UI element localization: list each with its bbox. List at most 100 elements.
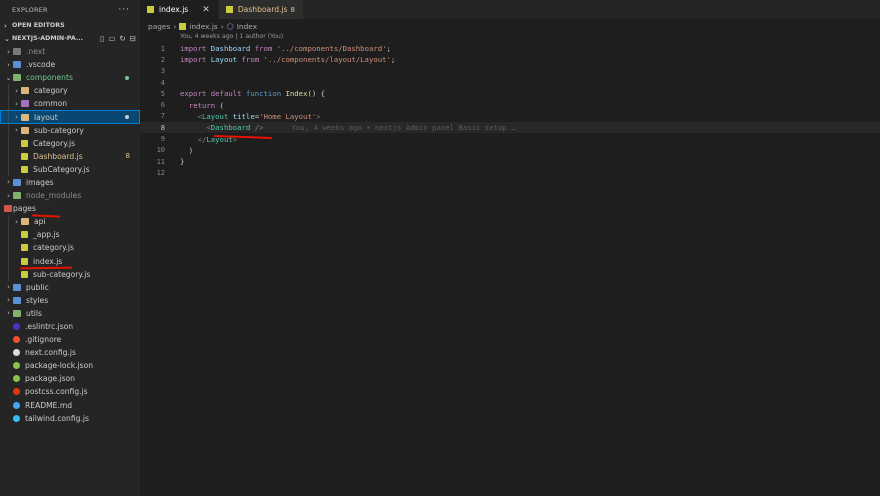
tree-item[interactable]: › images <box>0 176 140 189</box>
chevron-right-icon: › <box>7 47 10 56</box>
code-line[interactable]: 3 <box>140 66 880 77</box>
code-line[interactable]: 10 ) <box>140 145 880 156</box>
tab-dashboard-js[interactable]: Dashboard.js 8 <box>218 0 304 19</box>
code-line[interactable]: 7 <Layout title='Home Layout'> <box>140 111 880 122</box>
js-file-icon <box>21 270 28 278</box>
line-number: 2 <box>160 55 165 64</box>
tree-item[interactable]: › .vscode <box>0 58 140 71</box>
tree-item[interactable]: › node_modules <box>0 189 140 202</box>
tree-item[interactable]: › utils <box>0 307 140 320</box>
chevron-right-icon: › <box>15 217 18 226</box>
tree-item-label: category <box>34 86 68 96</box>
open-editors-section[interactable]: › OPEN EDITORS <box>0 19 140 32</box>
code-line[interactable]: 9 </Layout> <box>140 133 880 144</box>
code-line[interactable]: 12 <box>140 167 880 178</box>
folder-icon <box>21 113 29 121</box>
tree-item[interactable]: SubCategory.js <box>0 162 140 176</box>
breadcrumb-symbol[interactable]: Index <box>237 22 257 31</box>
tree-item[interactable]: category.js <box>0 241 140 255</box>
tree-item[interactable]: _app.js <box>0 228 140 242</box>
tree-item[interactable]: ⌄pages <box>0 202 140 215</box>
code-line[interactable]: 11} <box>140 156 880 167</box>
tree-item[interactable]: › styles <box>0 294 140 307</box>
code-token: function <box>245 89 282 99</box>
tree-item[interactable]: next.config.js <box>0 346 140 359</box>
tree-item[interactable]: .gitignore <box>0 333 140 346</box>
tab-index-js[interactable]: index.js ✕ <box>140 0 219 19</box>
tree-item[interactable]: postcss.config.js <box>0 385 140 398</box>
collapse-all-icon[interactable]: ⊟ <box>130 34 136 43</box>
chevron-right-icon: › <box>15 99 18 108</box>
new-folder-icon[interactable]: ▭ <box>108 34 115 43</box>
tree-item[interactable]: › category <box>0 84 140 98</box>
code-editor[interactable]: 1 import Dashboard from '../components/Da… <box>140 43 880 179</box>
close-icon[interactable]: ✕ <box>202 5 210 15</box>
js-file-icon <box>179 22 187 30</box>
tree-item[interactable]: Dashboard.js 8 <box>0 149 140 163</box>
breadcrumb-folder[interactable]: pages <box>148 22 170 31</box>
tree-item[interactable]: Category.js <box>0 136 140 150</box>
tree-item[interactable]: package.json <box>0 372 140 385</box>
chevron-right-icon: › <box>7 283 10 292</box>
tree-item[interactable]: › public <box>0 281 140 294</box>
indent-guide <box>8 84 9 98</box>
code-line[interactable]: 5 export default function Index() { <box>140 88 880 99</box>
tree-item-label: public <box>26 282 49 292</box>
tree-item-label: README.md <box>25 400 73 410</box>
more-actions-icon[interactable]: ··· <box>118 5 130 15</box>
codelens-blame[interactable]: You, 4 weeks ago | 1 author (You) <box>180 33 283 40</box>
editor-tabs: index.js ✕ Dashboard.js 8 <box>140 0 880 19</box>
new-file-icon[interactable]: ▯ <box>100 34 104 43</box>
indent-guide <box>8 149 9 163</box>
tree-item[interactable]: .eslintrc.json <box>0 320 140 333</box>
indent-guide <box>8 241 9 255</box>
folder-icon <box>21 126 29 134</box>
breadcrumb: pages › index.js › ⬡ Index <box>148 19 257 33</box>
function-symbol-icon: ⬡ <box>226 21 234 31</box>
tree-item[interactable]: › common <box>0 97 140 111</box>
tree-item[interactable]: README.md <box>0 399 140 412</box>
folder-icon <box>4 205 12 213</box>
chevron-right-icon: › <box>15 86 18 95</box>
refresh-icon[interactable]: ↻ <box>119 34 125 43</box>
tree-item-label: sub-category.js <box>33 269 91 279</box>
chevron-right-icon: › <box>15 126 18 135</box>
tree-item-label: Dashboard.js <box>33 151 83 161</box>
code-token: Index <box>285 89 308 99</box>
code-token: ) <box>180 145 194 155</box>
code-token: Layout <box>201 111 229 121</box>
open-editors-label: OPEN EDITORS <box>12 22 65 29</box>
folder-icon <box>13 192 21 200</box>
indent-guide <box>8 162 9 176</box>
tree-item[interactable]: › sub-category <box>0 123 140 137</box>
code-line[interactable]: 4 <box>140 77 880 88</box>
tailwind-icon <box>13 414 20 422</box>
line-number: 5 <box>160 89 165 98</box>
code-token: '../components/layout/Layout' <box>263 55 391 65</box>
tree-item-label: .next <box>26 47 46 57</box>
tree-item-label: tailwind.config.js <box>25 413 89 423</box>
tree-item[interactable]: sub-category.js <box>0 267 140 281</box>
code-line[interactable]: 2 import Layout from '../components/layou… <box>140 54 880 65</box>
code-line[interactable]: 8 <Dashboard /> You, 4 weeks ago • nextjs… <box>140 122 880 134</box>
tree-item-label: next.config.js <box>25 348 76 358</box>
code-line[interactable]: 6 return ( <box>140 99 880 110</box>
explorer-title: EXPLORER <box>12 5 48 14</box>
tree-item[interactable]: › .next <box>0 45 140 58</box>
explorer-sidebar: EXPLORER ··· › OPEN EDITORS ⌄ NEXTJS-ADM… <box>0 0 140 496</box>
line-number: 8 <box>160 123 165 132</box>
breadcrumb-file[interactable]: index.js <box>189 22 217 31</box>
line-number: 3 <box>160 67 165 76</box>
code-line[interactable]: 1 import Dashboard from '../components/Da… <box>140 43 880 54</box>
tree-item[interactable]: › api <box>0 215 140 229</box>
js-file-icon <box>21 165 28 173</box>
tree-item[interactable]: package-lock.json <box>0 359 140 372</box>
tree-item[interactable]: tailwind.config.js <box>0 412 140 425</box>
tree-item-label: sub-category <box>34 125 84 135</box>
code-token: ; <box>386 44 391 54</box>
project-section[interactable]: ⌄ NEXTJS-ADMIN-PA... ▯ ▭ ↻ ⊟ <box>0 32 140 45</box>
tree-item[interactable]: ⌄ components <box>0 71 140 84</box>
tree-item[interactable]: › layout <box>0 110 140 124</box>
js-file-icon <box>21 244 28 252</box>
